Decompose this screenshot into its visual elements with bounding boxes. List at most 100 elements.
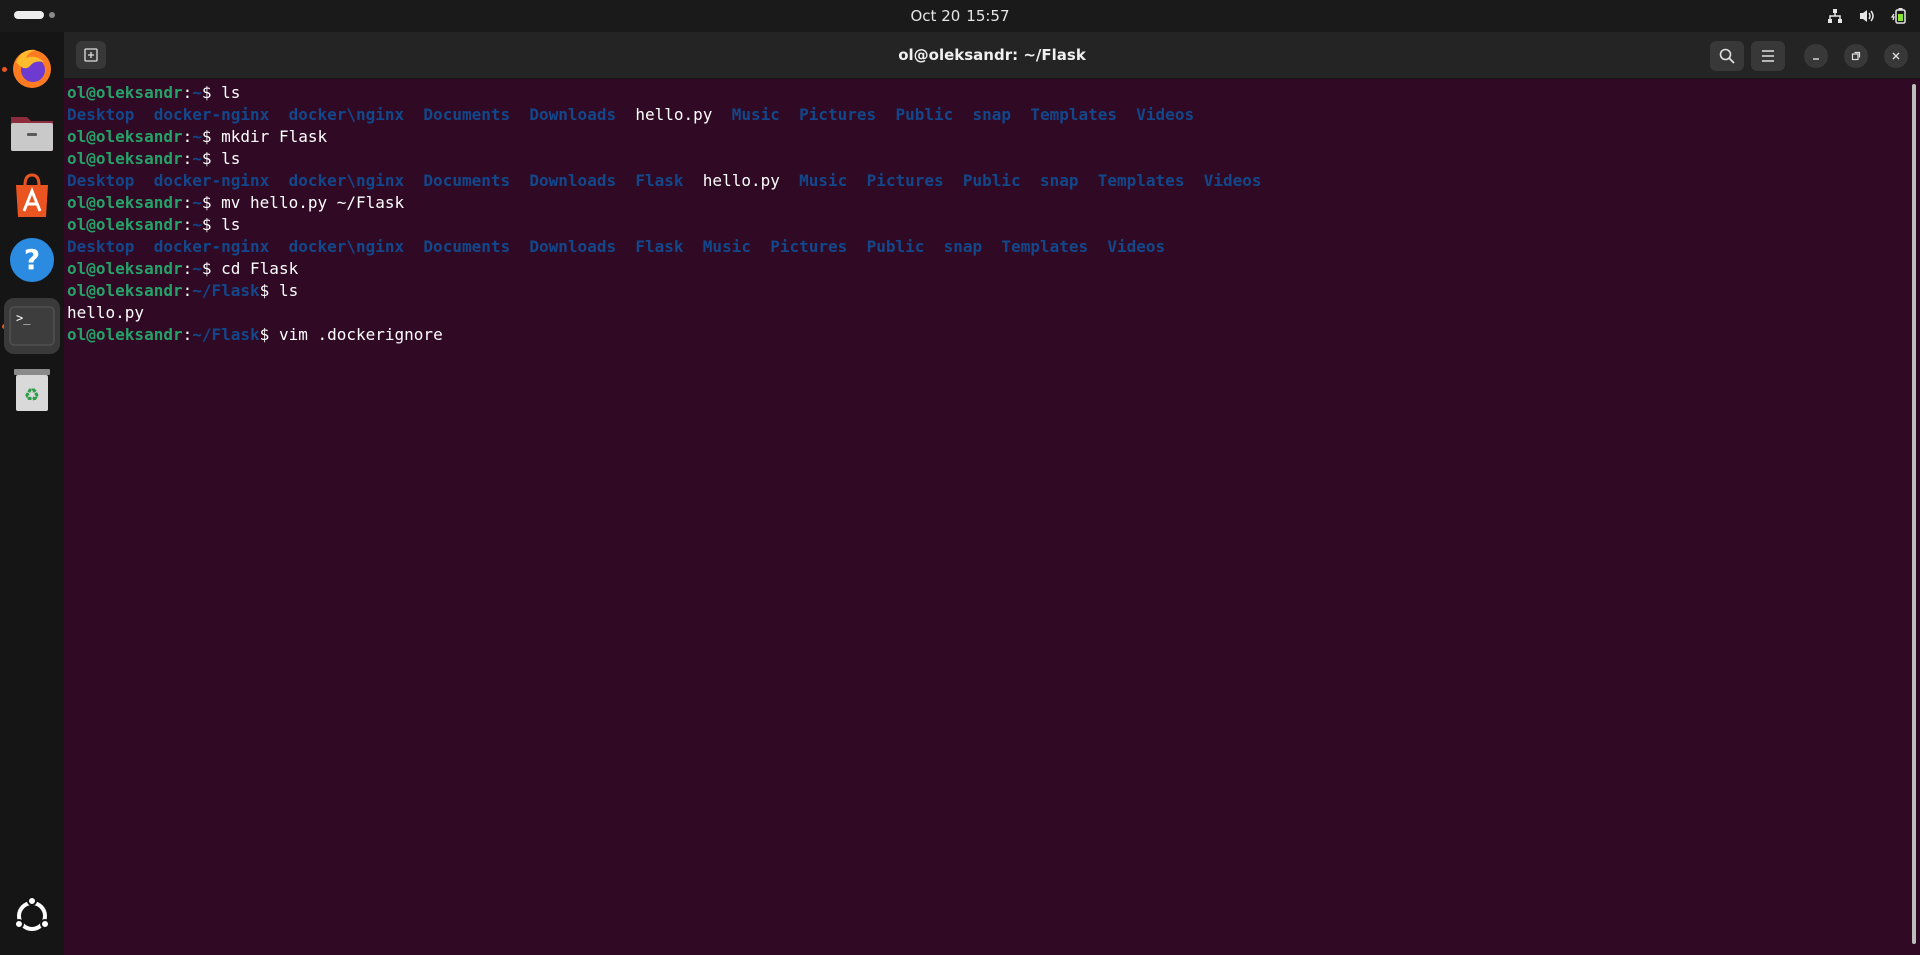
help-icon: ? [10,238,54,282]
prompt-dollar: $ [259,281,279,300]
menu-button[interactable] [1751,41,1785,71]
system-tray[interactable] [1826,7,1908,25]
directory-entry: Videos [1107,237,1166,256]
directory-entry: docker\nginx [288,171,405,190]
prompt-colon: : [182,127,193,146]
ls-output-line: Desktop docker-nginx docker\nginx Docume… [67,104,1897,126]
prompt-user: ol@oleksandr [67,259,183,278]
prompt-colon: : [182,281,193,300]
directory-entry: Documents [423,237,511,256]
directory-entry: Downloads [529,237,617,256]
close-icon [1892,52,1900,60]
prompt-line: ol@oleksandr:~$ ls [67,148,1897,170]
directory-entry: Music [731,105,780,124]
prompt-user: ol@oleksandr [67,215,183,234]
directory-entry: docker\nginx [288,105,405,124]
prompt-line: ol@oleksandr:~$ ls [67,82,1897,104]
directory-entry: Music [799,171,848,190]
prompt-colon: : [182,193,193,212]
prompt-line: ol@oleksandr:~$ mv hello.py ~/Flask [67,192,1897,214]
ls-output-line: hello.py [67,302,1897,324]
command-text: vim .dockerignore [278,325,443,344]
dock-item-files[interactable] [4,104,60,160]
prompt-path: ~ [192,83,202,102]
prompt-path: ~ [192,149,202,168]
directory-entry: Pictures [866,171,944,190]
directory-entry: Documents [423,171,511,190]
directory-entry: docker-nginx [153,237,270,256]
clock[interactable]: Oct 20 15:57 [0,0,1920,32]
directory-entry: docker-nginx [153,171,270,190]
prompt-path: ~/Flask [192,281,260,300]
clock-time: 15:57 [966,7,1010,25]
prompt-user: ol@oleksandr [67,83,183,102]
directory-entry: docker\nginx [288,237,405,256]
svg-text:>_: >_ [16,311,31,325]
prompt-path: ~ [192,193,202,212]
directory-entry: Public [962,171,1021,190]
restore-button[interactable] [1844,44,1868,68]
dock-item-firefox[interactable] [4,40,60,96]
prompt-colon: : [182,83,193,102]
prompt-colon: : [182,215,193,234]
directory-entry: Templates [1097,171,1185,190]
directory-entry: Pictures [799,105,877,124]
directory-entry: docker-nginx [153,105,270,124]
prompt-user: ol@oleksandr [67,325,183,344]
command-text: ls [221,149,241,168]
files-icon [11,117,53,151]
ls-output-line: Desktop docker-nginx docker\nginx Docume… [67,236,1897,258]
prompt-dollar: $ [201,127,222,146]
command-text: mv hello.py ~/Flask [221,193,405,212]
terminal-output[interactable]: ol@oleksandr:~$ ls Desktop docker-nginx d… [67,82,1897,942]
prompt-user: ol@oleksandr [67,127,183,146]
dock-item-app-center[interactable] [4,168,60,224]
file-entry: hello.py [702,171,780,190]
directory-entry: Desktop [67,171,135,190]
command-text: ls [278,281,299,300]
battery-icon[interactable] [1890,7,1908,25]
directory-entry: snap [943,237,983,256]
scrollbar[interactable] [1912,84,1916,944]
ls-output-line: Desktop docker-nginx docker\nginx Docume… [67,170,1897,192]
file-entry: hello.py [635,105,713,124]
prompt-line: ol@oleksandr:~$ cd Flask [67,258,1897,280]
close-button[interactable] [1884,44,1908,68]
minimize-button[interactable] [1804,44,1828,68]
network-icon[interactable] [1826,7,1844,25]
search-button[interactable] [1710,41,1744,71]
prompt-path: ~/Flask [192,325,260,344]
prompt-user: ol@oleksandr [67,193,183,212]
prompt-path: ~ [192,259,202,278]
dock: ? >_ ♻ [0,32,64,955]
command-text: mkdir Flask [221,127,328,146]
directory-entry: Music [702,237,751,256]
hamburger-menu-icon [1762,50,1774,62]
directory-entry: Public [866,237,925,256]
prompt-dollar: $ [201,83,222,102]
terminal-window[interactable]: ol@oleksandr: ~/Flask ol@oleksandr:~$ ls… [64,32,1920,955]
restore-icon [1851,51,1861,61]
prompt-dollar: $ [201,215,222,234]
directory-entry: Desktop [67,237,135,256]
search-icon [1719,48,1735,64]
show-apps-icon [14,896,50,931]
directory-entry: Templates [1030,105,1118,124]
header-bar[interactable]: ol@oleksandr: ~/Flask [64,32,1920,79]
command-text: ls [221,215,241,234]
prompt-user: ol@oleksandr [67,281,183,300]
prompt-line: ol@oleksandr:~$ ls [67,214,1897,236]
dock-item-trash[interactable]: ♻ [4,362,60,418]
prompt-dollar: $ [201,149,222,168]
volume-icon[interactable] [1858,7,1876,25]
dock-show-apps[interactable] [4,888,60,944]
svg-text:?: ? [24,243,40,276]
prompt-colon: : [182,325,193,344]
prompt-line: ol@oleksandr:~/Flask$ vim .dockerignore [67,324,1897,346]
minimize-icon [1813,58,1819,60]
dock-item-terminal[interactable]: >_ [4,298,60,354]
directory-entry: Documents [423,105,511,124]
directory-entry: Pictures [770,237,848,256]
dock-item-help[interactable]: ? [4,232,60,288]
directory-entry: Flask [635,237,684,256]
